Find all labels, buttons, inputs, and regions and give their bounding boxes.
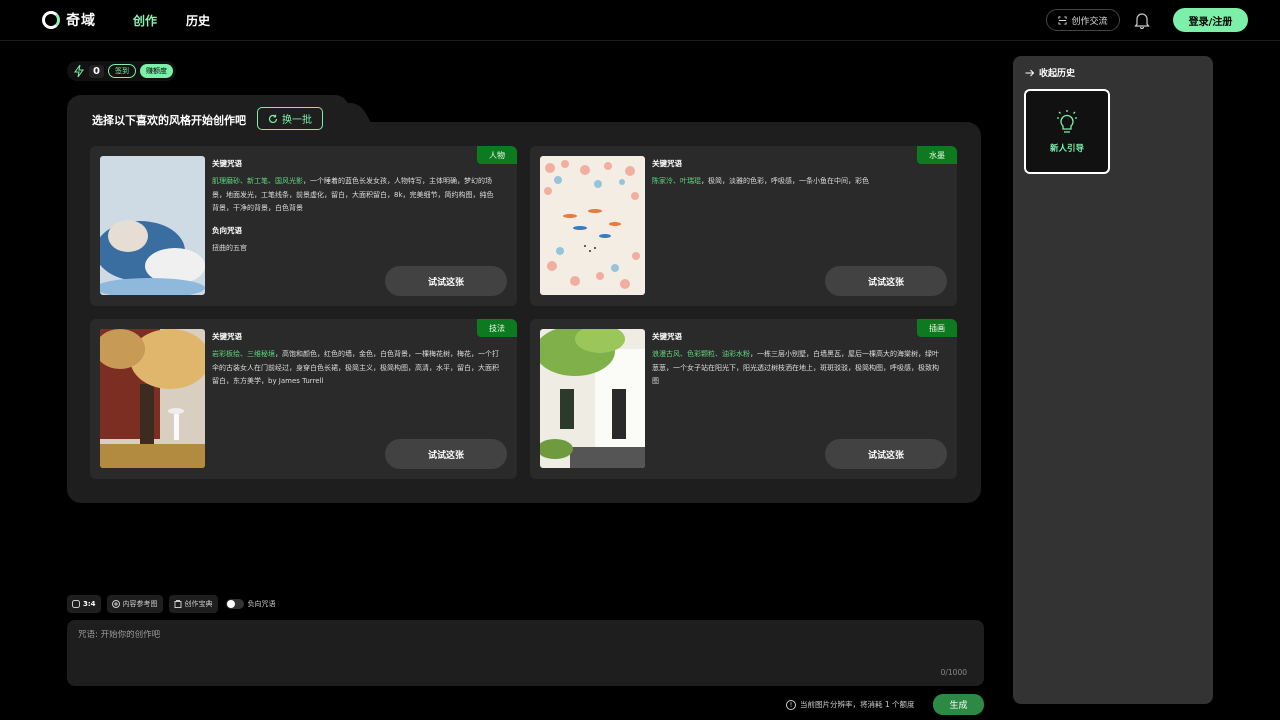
info-icon: ! [786,699,796,710]
collapse-label: 收起历史 [1039,69,1076,79]
style-card: 人物 关键咒语 肌理磨砂、新工笔、国风光影，一个睡着的蓝色长发女孩，人物特写，主… [90,146,517,306]
keyword-label: 关键咒语 [652,159,682,168]
notice-text: 当前图片分辨率，将消耗 1 个额度 [800,700,915,709]
app-name: 奇域 [66,13,96,29]
toggle-switch[interactable] [225,599,244,609]
arrow-right-icon [1025,69,1035,76]
negative-text: 扭曲的五官 [212,244,247,252]
refresh-label: 换一批 [282,115,312,126]
style-card: 水墨 关键咒语 陈家泠、叶瑞琨，极简，淡雅的色彩，呼吸感，一条小鱼在中间，彩色 … [530,146,957,306]
card-image [540,156,645,295]
keyword-label: 关键咒语 [212,159,242,168]
book-icon [174,600,182,608]
treasure-label: 创作宝典 [184,600,213,608]
card-tag: 插画 [917,319,957,337]
keyword-label: 关键咒语 [212,332,242,341]
bell-icon[interactable] [1134,11,1150,29]
refresh-icon [268,114,278,123]
style-card: 插画 关键咒语 浪漫古风、色彩颗粒、油彩水粉，一栋三层小别墅，白墙黑瓦，屋后一棵… [530,319,957,479]
generate-button[interactable]: 生成 [933,694,984,715]
prompt-toolbar: 3:4 内容参考图 创作宝典 负向咒语 [67,595,276,613]
keyword-text: 肌理磨砂、新工笔、国风光影，一个睡着的蓝色长发女孩，人物特写，主体明确，梦幻的场… [212,175,500,216]
card-tag: 技法 [477,319,517,337]
keyword-label: 关键咒语 [652,332,682,341]
keyword-text: 岩彩板绘、三维秘境，高饱和颜色，红色的墙，金色，白色背景，一棵梅花树，梅花，一个… [212,348,500,389]
treasure-button[interactable]: 创作宝典 [168,595,218,613]
try-button[interactable]: 试试这张 [385,439,507,469]
ratio-button[interactable]: 3:4 [67,595,101,613]
login-button[interactable]: 登录/注册 [1173,8,1248,32]
bolt-icon [74,64,84,78]
negative-label: 负向咒语 [212,226,242,235]
app-logo[interactable]: 奇域 [42,10,96,30]
prompt-box: 0/1000 [67,620,984,686]
try-button[interactable]: 试试这张 [825,266,947,296]
keyword-highlight: 浪漫古风、色彩颗粒、油彩水粉 [652,350,750,358]
guide-label: 新人引导 [1049,143,1084,154]
style-card: 技法 关键咒语 岩彩板绘、三维秘境，高饱和颜色，红色的墙，金色，白色背景，一棵梅… [90,319,517,479]
newbie-guide-card[interactable]: 新人引导 [1024,89,1110,174]
card-tag: 人物 [477,146,517,164]
reference-image-button[interactable]: 内容参考图 [106,595,163,613]
top-header: 奇域 创作 历史 创作交流 登录/注册 [0,0,1280,41]
keyword-highlight: 岩彩板绘、三维秘境 [212,350,275,358]
nav-history[interactable]: 历史 [186,12,210,29]
scan-icon [1058,15,1068,25]
card-tag: 水墨 [917,146,957,164]
credit-count: 0 [89,64,104,78]
credits-bar: 0 签到 赚额度 [67,61,176,81]
card-image [100,329,205,468]
style-panel: 人物 关键咒语 肌理磨砂、新工笔、国风光影，一个睡着的蓝色长发女孩，人物特写，主… [67,122,981,503]
plus-icon [111,600,120,608]
try-button[interactable]: 试试这张 [825,439,947,469]
keyword-text: 浪漫古风、色彩颗粒、油彩水粉，一栋三层小别墅，白墙黑瓦，屋后一棵高大的海棠树，绿… [652,348,940,389]
negative-toggle-label: 负向咒语 [247,600,276,608]
lightbulb-icon [1057,109,1077,133]
negative-toggle[interactable]: 负向咒语 [225,599,276,609]
refresh-button[interactable]: 换一批 [257,107,323,130]
keyword-text: 陈家泠、叶瑞琨，极简，淡雅的色彩，呼吸感，一条小鱼在中间，彩色 [652,175,940,189]
keyword-body: ，极简，淡雅的色彩，呼吸感，一条小鱼在中间，彩色 [701,177,869,185]
ratio-label: 3:4 [83,600,96,608]
ratio-icon [72,600,80,608]
nav-create[interactable]: 创作 [133,12,157,29]
checkin-button[interactable]: 签到 [107,64,136,78]
exchange-button[interactable]: 创作交流 [1046,9,1120,31]
prompt-input[interactable] [78,630,778,640]
card-image [100,156,205,295]
panel-title: 选择以下喜欢的风格开始创作吧 [92,114,246,127]
try-button[interactable]: 试试这张 [385,266,507,296]
char-count: 0/1000 [940,668,967,677]
earn-quota-button[interactable]: 赚额度 [139,64,173,78]
history-sidebar: 收起历史 新人引导 [1013,56,1213,704]
cost-notice: ! 当前图片分辨率，将消耗 1 个额度 [786,699,915,710]
card-image [540,329,645,468]
reference-label: 内容参考图 [122,600,158,608]
logo-icon [42,11,60,29]
keyword-highlight: 肌理磨砂、新工笔、国风光影 [212,177,303,185]
collapse-history-button[interactable]: 收起历史 [1025,66,1075,79]
exchange-label: 创作交流 [1071,16,1108,27]
keyword-highlight: 陈家泠、叶瑞琨 [652,177,701,185]
